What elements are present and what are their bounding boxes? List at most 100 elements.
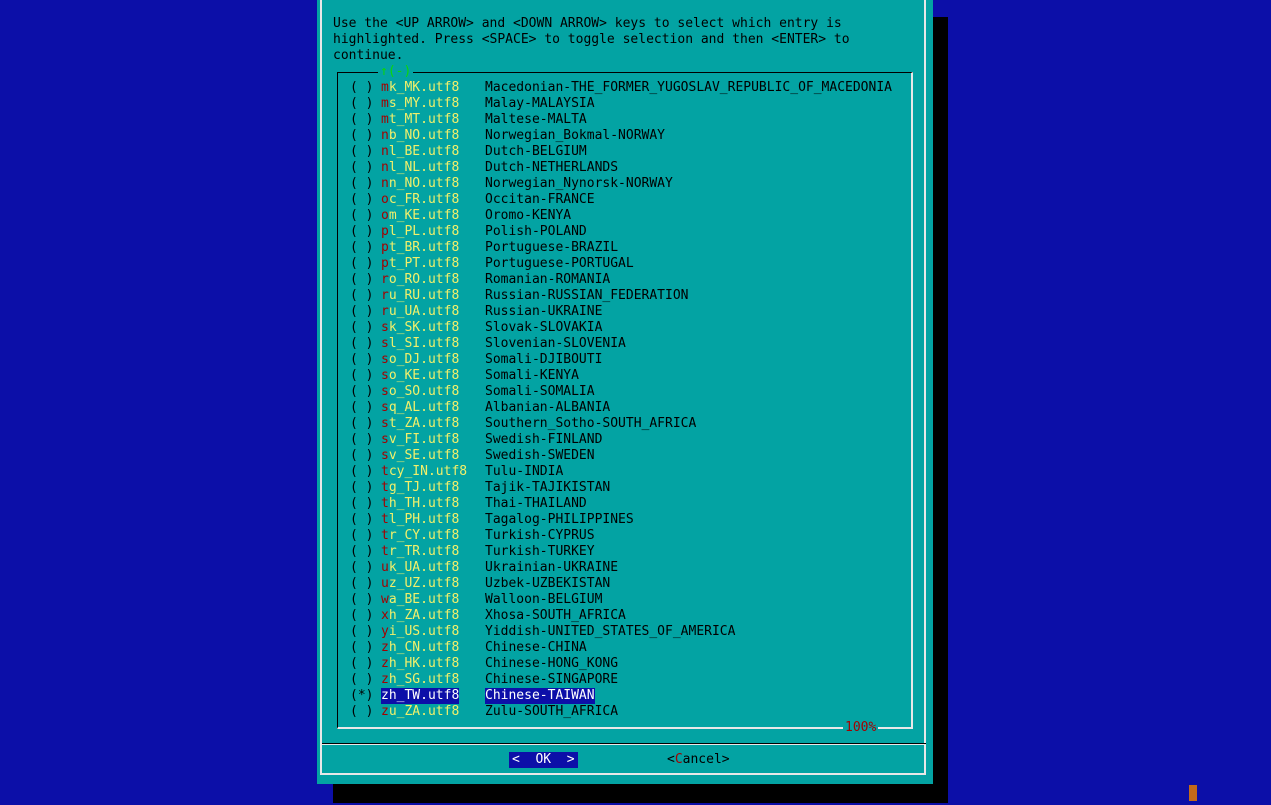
locale-description: Tagalog-PHILIPPINES — [485, 512, 634, 527]
locale-description: Dutch-NETHERLANDS — [485, 160, 619, 175]
checkbox[interactable]: ( ) — [350, 384, 374, 400]
scroll-up-indicator: ↑(-) — [378, 64, 414, 80]
checkbox[interactable]: ( ) — [350, 176, 374, 192]
locale-code-rest: h_HK.utf8 — [388, 656, 460, 671]
checkbox[interactable]: ( ) — [350, 512, 374, 528]
locale-code: nl_NL.utf8 — [381, 160, 459, 176]
locale-code: wa_BE.utf8 — [381, 592, 459, 608]
hotkey-letter: z — [381, 704, 389, 719]
checkbox[interactable]: ( ) — [350, 256, 374, 272]
hotkey-letter: n — [381, 160, 389, 175]
hotkey-letter: n — [381, 144, 389, 159]
locale-description: Turkish-CYPRUS — [485, 528, 595, 543]
checkbox[interactable]: ( ) — [350, 448, 374, 464]
checkbox[interactable]: ( ) — [350, 656, 374, 672]
checkbox[interactable]: ( ) — [350, 576, 374, 592]
locale-code: yi_US.utf8 — [381, 624, 459, 640]
locale-code-rest: o_RO.utf8 — [388, 272, 460, 287]
checkbox[interactable]: ( ) — [350, 496, 374, 512]
locale-description: Oromo-KENYA — [485, 208, 572, 223]
checkbox[interactable]: ( ) — [350, 368, 374, 384]
locale-code-rest: s_MY.utf8 — [388, 96, 460, 111]
checkbox[interactable]: ( ) — [350, 288, 374, 304]
checkbox[interactable]: ( ) — [350, 160, 374, 176]
locale-code: om_KE.utf8 — [381, 208, 459, 224]
hotkey-letter: r — [381, 272, 389, 287]
checkbox[interactable]: ( ) — [350, 560, 374, 576]
locale-description: Thai-THAILAND — [485, 496, 587, 511]
hotkey-letter: p — [381, 256, 389, 271]
checkbox[interactable]: ( ) — [350, 608, 374, 624]
locale-description: Polish-POLAND — [485, 224, 587, 239]
checkbox[interactable]: ( ) — [350, 672, 374, 688]
locale-code-rest: l_NL.utf8 — [388, 160, 460, 175]
checkbox[interactable]: ( ) — [350, 592, 374, 608]
locale-description: Yiddish-UNITED_STATES_OF_AMERICA — [485, 624, 736, 639]
checkbox[interactable]: ( ) — [350, 240, 374, 256]
locale-code: xh_ZA.utf8 — [381, 608, 459, 624]
scroll-percent: 100% — [843, 720, 879, 736]
locale-description: Swedish-FINLAND — [485, 432, 603, 447]
checkbox[interactable]: ( ) — [350, 112, 374, 128]
hotkey-letter: s — [381, 400, 389, 415]
locale-code: ro_RO.utf8 — [381, 272, 459, 288]
locale-description: Walloon-BELGIUM — [485, 592, 603, 607]
locale-description: Portuguese-BRAZIL — [485, 240, 619, 255]
checkbox[interactable]: ( ) — [350, 400, 374, 416]
checkbox[interactable]: ( ) — [350, 80, 374, 96]
locale-code: st_ZA.utf8 — [381, 416, 459, 432]
locale-description: Somali-KENYA — [485, 368, 579, 383]
checkbox[interactable]: ( ) — [350, 704, 374, 720]
locale-code-rest: o_KE.utf8 — [388, 368, 460, 383]
cancel-button[interactable]: <Cancel> — [667, 752, 730, 768]
locale-code-rest: k_MK.utf8 — [388, 80, 460, 95]
locale-description: Norwegian_Bokmal-NORWAY — [485, 128, 666, 143]
checkbox[interactable]: ( ) — [350, 640, 374, 656]
checkbox[interactable]: ( ) — [350, 480, 374, 496]
hotkey-letter: s — [381, 432, 389, 447]
hotkey-letter: r — [381, 288, 389, 303]
checkbox[interactable]: ( ) — [350, 544, 374, 560]
hotkey-letter: n — [381, 128, 389, 143]
checkbox[interactable]: ( ) — [350, 624, 374, 640]
locale-code-rest: v_FI.utf8 — [388, 432, 460, 447]
locale-code-rest: h_SG.utf8 — [388, 672, 460, 687]
locale-code: zu_ZA.utf8 — [381, 704, 459, 720]
hotkey-letter: s — [381, 448, 389, 463]
checkbox[interactable]: ( ) — [350, 336, 374, 352]
checkbox[interactable]: ( ) — [350, 128, 374, 144]
locale-code-rest: o_SO.utf8 — [388, 384, 460, 399]
checkbox[interactable]: ( ) — [350, 464, 374, 480]
checkbox[interactable]: ( ) — [350, 352, 374, 368]
checkbox[interactable]: ( ) — [350, 528, 374, 544]
locale-description: Tajik-TAJIKISTAN — [485, 480, 611, 495]
checkbox[interactable]: ( ) — [350, 144, 374, 160]
locale-description: Somali-SOMALIA — [485, 384, 595, 399]
checkbox[interactable]: ( ) — [350, 432, 374, 448]
checkbox[interactable]: ( ) — [350, 208, 374, 224]
locale-selection-dialog: Use the <UP ARROW> and <DOWN ARROW> keys… — [317, 0, 933, 784]
checkbox[interactable]: ( ) — [350, 96, 374, 112]
checkbox[interactable]: ( ) — [350, 192, 374, 208]
checkbox[interactable]: ( ) — [350, 272, 374, 288]
cancel-rest: ancel> — [682, 752, 730, 767]
hotkey-letter: s — [381, 368, 389, 383]
checkbox[interactable]: ( ) — [350, 320, 374, 336]
locale-code: so_KE.utf8 — [381, 368, 459, 384]
checkbox[interactable]: ( ) — [350, 224, 374, 240]
ok-button[interactable]: < OK > — [509, 752, 578, 768]
locale-code: sq_AL.utf8 — [381, 400, 459, 416]
checkbox[interactable]: ( ) — [350, 416, 374, 432]
locale-description: Malay-MALAYSIA — [485, 96, 595, 111]
locale-code: mt_MT.utf8 — [381, 112, 459, 128]
locale-code: zh_TW.utf8 — [381, 688, 460, 704]
locale-code-rest: i_US.utf8 — [388, 624, 460, 639]
locale-code: pt_PT.utf8 — [381, 256, 459, 272]
locale-code-rest: o_DJ.utf8 — [388, 352, 460, 367]
instruction-text: Use the <UP ARROW> and <DOWN ARROW> keys… — [333, 16, 850, 63]
locale-description: Xhosa-SOUTH_AFRICA — [485, 608, 626, 623]
checkbox[interactable]: (*) — [350, 688, 374, 704]
hotkey-letter: z — [381, 672, 389, 687]
locale-code-rest: a_BE.utf8 — [388, 592, 460, 607]
checkbox[interactable]: ( ) — [350, 304, 374, 320]
